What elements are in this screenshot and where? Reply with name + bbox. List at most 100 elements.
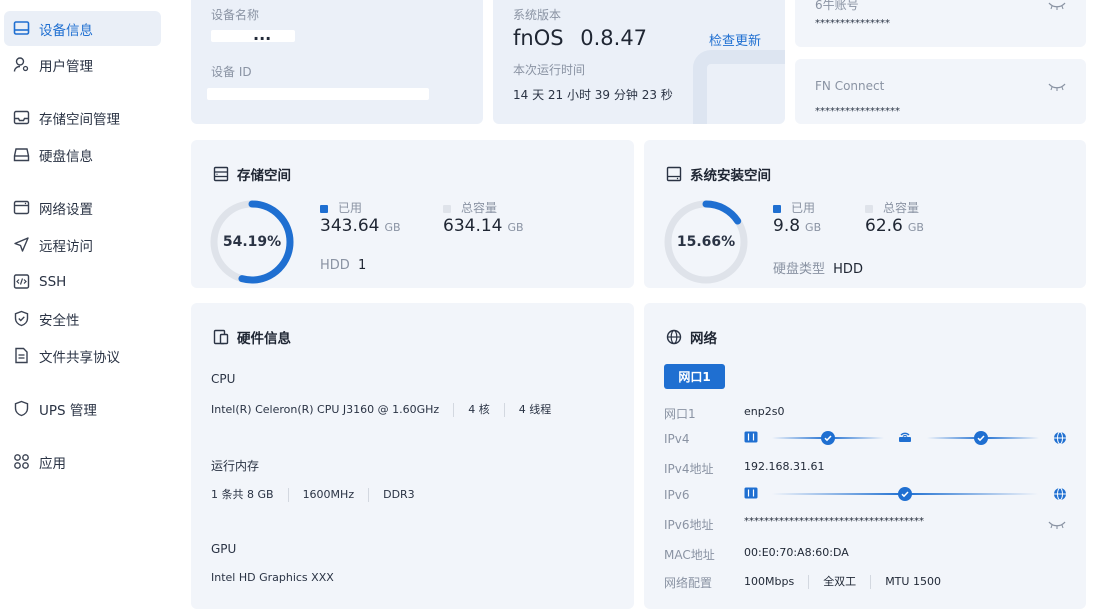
sidebar-item-network-settings[interactable]: 网络设置 — [4, 190, 161, 225]
server-icon — [744, 487, 758, 503]
cpu-model: Intel(R) Celeron(R) CPU J3160 @ 1.60GHz — [211, 403, 440, 416]
sidebar-item-storage-management[interactable]: 存储空间管理 — [4, 100, 161, 135]
ipv6-address: ************************************ — [744, 516, 924, 527]
connected-check-icon — [898, 487, 912, 505]
duplex-mode: 全双工 — [823, 575, 857, 588]
apps-icon — [12, 453, 30, 471]
hardware-icon — [213, 329, 229, 345]
storage-total-legend: 总容量 — [443, 199, 497, 216]
network-settings-icon — [12, 199, 30, 217]
device-info-icon — [12, 20, 30, 38]
eye-closed-icon[interactable] — [1047, 81, 1067, 96]
storage-management-icon — [12, 109, 30, 127]
ups-icon — [12, 400, 30, 418]
eye-closed-icon[interactable] — [1047, 519, 1067, 534]
divider — [503, 403, 505, 417]
sidebar-item-file-sharing[interactable]: 文件共享协议 — [4, 338, 161, 373]
device-id-label: 设备 ID — [211, 65, 252, 79]
ipv6-topology — [744, 486, 1069, 506]
sidebar-item-label: 安全性 — [39, 312, 80, 329]
sidebar-item-security[interactable]: 安全性 — [4, 301, 161, 336]
disk-icon — [666, 166, 682, 182]
system-space-title: 系统安装空间 — [666, 164, 771, 184]
mtu-value: MTU 1500 — [885, 575, 941, 588]
system-space-title-text: 系统安装空间 — [690, 168, 771, 184]
fn-connect-label: FN Connect — [815, 79, 885, 93]
network-config: 100Mbps 全双工 MTU 1500 — [744, 573, 941, 589]
network-title: 网络 — [666, 327, 717, 347]
os-version-number: 0.8.47 — [580, 26, 648, 50]
sidebar-item-ups[interactable]: UPS 管理 — [4, 391, 161, 426]
storage-title-text: 存储空间 — [237, 168, 291, 184]
mac-label: MAC地址 — [664, 548, 715, 562]
ipv4-address-label: IPv4地址 — [664, 462, 714, 476]
cpu-cores: 4 核 — [468, 403, 490, 416]
ipv4-topology — [744, 430, 1069, 450]
storage-hdd-label: HDD — [320, 258, 350, 273]
system-space-card: 系统安装空间 15.66% 已用 9.8 GB 总容量 62.6 GB 硬盘类型 H… — [644, 140, 1086, 288]
os-version: fnOS 0.8.47 — [513, 26, 647, 50]
uptime-value: 14 天 21 小时 39 分钟 23 秒 — [513, 88, 673, 102]
disk-type-label: 硬盘类型 — [773, 262, 826, 277]
network-config-label: 网络配置 — [664, 576, 713, 590]
sidebar-item-label: 网络设置 — [39, 201, 93, 218]
hardware-title: 硬件信息 — [213, 327, 291, 347]
system-used-number: 9.8 — [773, 216, 801, 236]
sidebar-item-label: SSH — [39, 273, 67, 290]
sidebar-item-device-info[interactable]: 设备信息 — [4, 11, 161, 46]
uptime-label: 本次运行时间 — [513, 63, 586, 77]
account-value: *************** — [815, 18, 890, 29]
router-icon — [898, 430, 912, 447]
total-legend-swatch — [443, 204, 451, 213]
globe-icon — [666, 329, 682, 345]
server-icon — [744, 431, 758, 447]
divider — [287, 488, 289, 502]
network-title-text: 网络 — [690, 331, 717, 347]
storage-total-unit: GB — [507, 221, 524, 234]
mac-address: 00:E0:70:A8:60:DA — [744, 546, 849, 559]
device-card: 设备名称 ... 设备 ID — [191, 0, 483, 124]
ram-sticks: 1 条共 8 GB — [211, 488, 274, 501]
internet-globe-icon — [1053, 487, 1067, 505]
sidebar-item-apps[interactable]: 应用 — [4, 444, 161, 479]
system-total-number: 62.6 — [865, 216, 903, 236]
storage-percent: 54.19% — [222, 234, 282, 250]
storage-usage-ring: 54.19% — [209, 199, 295, 285]
divider — [368, 488, 370, 502]
port-label: 网口1 — [664, 407, 696, 421]
network-port-tab[interactable]: 网口1 — [664, 364, 725, 389]
storage-used-legend: 已用 — [320, 199, 362, 216]
sidebar-item-label: UPS 管理 — [39, 402, 97, 419]
hardware-card: 硬件信息 CPU Intel(R) Celeron(R) CPU J3160 @… — [191, 303, 634, 609]
link-speed: 100Mbps — [744, 575, 795, 588]
storage-total-value: 634.14 GB — [443, 216, 524, 236]
ipv4-address: 192.168.31.61 — [744, 460, 825, 473]
check-update-link[interactable]: 检查更新 — [709, 30, 761, 49]
system-disk-type: 硬盘类型 HDD — [773, 258, 863, 277]
system-total-legend: 总容量 — [865, 199, 919, 216]
eye-closed-icon[interactable] — [1047, 0, 1067, 15]
cpu-label: CPU — [211, 372, 236, 386]
network-card: 网络 网口1 网口1 enp2s0 IPv4 IPv4地址 192.168.31… — [644, 303, 1086, 609]
sidebar-item-ssh[interactable]: SSH — [4, 264, 161, 299]
storage-title: 存储空间 — [213, 164, 291, 184]
ram-details: 1 条共 8 GB 1600MHz DDR3 — [211, 486, 415, 502]
hardware-title-text: 硬件信息 — [237, 331, 291, 347]
sidebar-item-disk-info[interactable]: 硬盘信息 — [4, 137, 161, 172]
device-name-label: 设备名称 — [211, 8, 260, 22]
sidebar-item-label: 硬盘信息 — [39, 148, 93, 165]
system-total-label: 总容量 — [883, 201, 920, 215]
storage-card: 存储空间 54.19% 已用 343.64 GB 总容量 634.14 GB HDD… — [191, 140, 634, 288]
user-management-icon — [12, 56, 30, 74]
file-sharing-icon — [12, 347, 30, 365]
storage-icon — [213, 166, 229, 182]
sidebar: 设备信息 用户管理 存储空间管理 硬盘信息 网络设置 远程访问 SSH 安全性 … — [0, 0, 172, 614]
sidebar-item-remote-access[interactable]: 远程访问 — [4, 227, 161, 262]
storage-used-value: 343.64 GB — [320, 216, 401, 236]
sidebar-item-user-management[interactable]: 用户管理 — [4, 47, 161, 82]
system-used-value: 9.8 GB — [773, 216, 821, 236]
sidebar-item-label: 文件共享协议 — [39, 349, 120, 366]
storage-hdd: HDD 1 — [320, 258, 366, 273]
fn-connect-card: FN Connect ***************** — [795, 59, 1086, 124]
system-version-card: 系统版本 fnOS 0.8.47 检查更新 本次运行时间 14 天 21 小时 … — [493, 0, 785, 124]
